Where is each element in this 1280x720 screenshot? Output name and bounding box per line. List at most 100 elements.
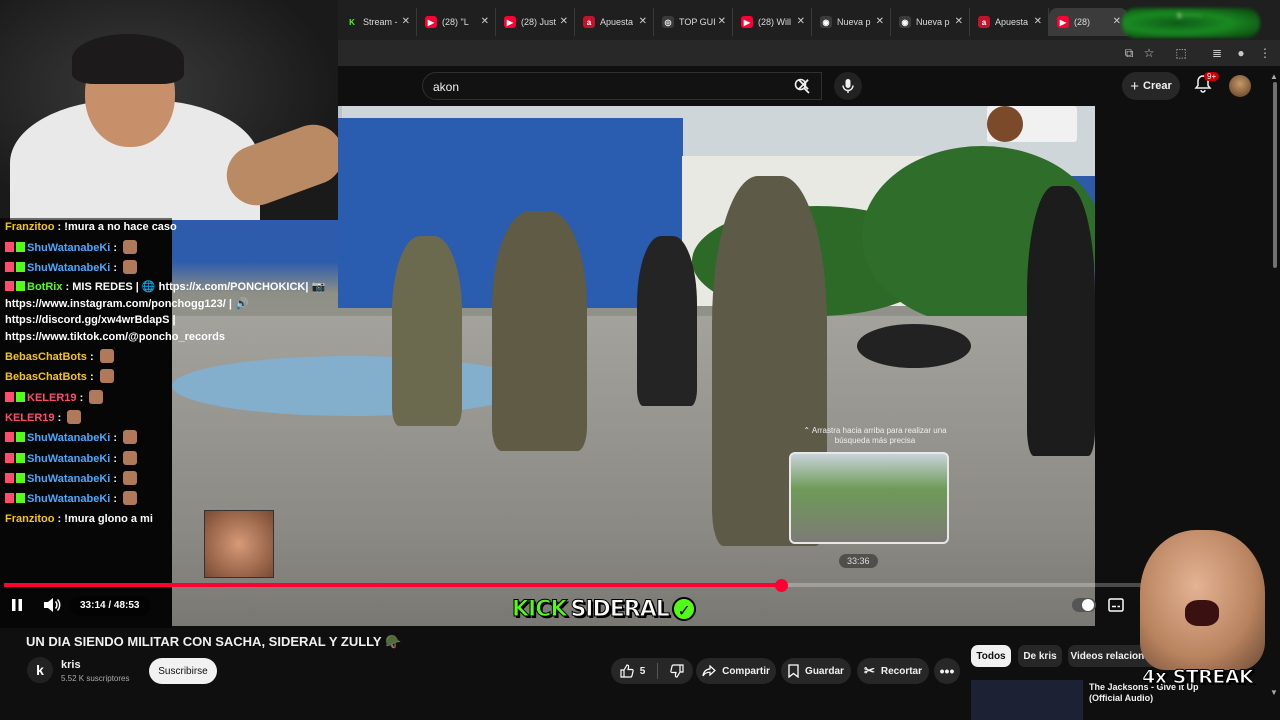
- browser-tab[interactable]: ▶ (28) Just ✕: [496, 8, 575, 36]
- time-display: 33:14 / 48:53: [70, 596, 150, 616]
- filter-chip[interactable]: Todos: [971, 645, 1011, 667]
- close-tab-icon[interactable]: ✕: [718, 16, 726, 27]
- save-button[interactable]: Guardar: [781, 658, 851, 684]
- chat-message: ShuWatanabeKi :: [5, 491, 138, 506]
- chat-username[interactable]: ShuWatanabeKi: [27, 242, 110, 254]
- autoplay-toggle[interactable]: [1072, 598, 1096, 612]
- chat-username[interactable]: Franzitoo: [5, 513, 55, 525]
- laughing-face-mouth: [1185, 600, 1219, 626]
- search-box[interactable]: akon ✕: [422, 72, 822, 100]
- notifications-button[interactable]: 9+: [1194, 72, 1220, 96]
- chrome-icon: ◉: [899, 16, 911, 28]
- scroll-up-arrow-icon[interactable]: ▲: [1270, 72, 1278, 81]
- extensions-icon[interactable]: ⬚: [1172, 44, 1190, 62]
- more-horizontal-icon: •••: [939, 663, 955, 679]
- youtube-header: akon ✕ + Crear 9+: [338, 66, 1280, 106]
- chat-text: https://www.instagram.com/ponchogg123/ |…: [5, 298, 249, 310]
- microphone-icon: [842, 79, 854, 93]
- chat-username[interactable]: BebasChatBots: [5, 371, 87, 383]
- user-badge-icon: [16, 262, 25, 272]
- chat-username[interactable]: ShuWatanabeKi: [27, 473, 110, 485]
- bet-icon: a: [978, 16, 990, 28]
- volume-button[interactable]: [43, 597, 61, 618]
- create-button[interactable]: + Crear: [1122, 72, 1180, 100]
- chat-text: https://www.tiktok.com/@poncho_records: [5, 331, 225, 343]
- channel-avatar[interactable]: k: [27, 657, 53, 683]
- browser-tab[interactable]: ▶ (28) Will ✕: [733, 8, 812, 36]
- filter-chip[interactable]: De kris: [1018, 645, 1062, 667]
- chat-message: ShuWatanabeKi :: [5, 430, 138, 445]
- globe-icon: ◎: [662, 16, 674, 28]
- bookmark-star-icon[interactable]: ☆: [1140, 44, 1158, 62]
- chat-message: Franzitoo : !mura glono a mi: [5, 512, 153, 526]
- related-video-thumbnail[interactable]: [971, 680, 1083, 720]
- voice-search-button[interactable]: [834, 72, 862, 100]
- chat-emote-icon: [123, 430, 138, 444]
- chat-text: :: [110, 262, 121, 274]
- close-tab-icon[interactable]: ✕: [402, 16, 410, 27]
- chat-username[interactable]: BebasChatBots: [5, 351, 87, 363]
- more-actions-button[interactable]: •••: [934, 658, 960, 684]
- chat-username[interactable]: ShuWatanabeKi: [27, 453, 110, 465]
- chat-emote-icon: [89, 390, 104, 404]
- browser-tab[interactable]: a Apuesta ✕: [575, 8, 654, 36]
- clip-button[interactable]: ✂ Recortar: [857, 658, 929, 684]
- close-tab-icon[interactable]: ✕: [1113, 16, 1121, 27]
- subscriber-count: 5.52 K suscriptores: [61, 674, 130, 683]
- close-tab-icon[interactable]: ✕: [1034, 16, 1042, 27]
- search-input[interactable]: akon: [433, 80, 459, 94]
- close-tab-icon[interactable]: ✕: [639, 16, 647, 27]
- chat-message: Franzitoo : !mura a no hace caso: [5, 220, 177, 234]
- chat-text: :: [110, 242, 121, 254]
- search-button[interactable]: [784, 72, 820, 100]
- scrubber-handle[interactable]: [775, 579, 788, 592]
- browser-tab[interactable]: K Stream - ✕: [338, 8, 417, 36]
- browser-tab[interactable]: ▶ (28) "L ✕: [417, 8, 496, 36]
- browser-tab-title: Apuesta: [600, 17, 634, 27]
- subtitles-button[interactable]: [1108, 598, 1124, 617]
- stream-overlay-blob: s·····: [1122, 8, 1260, 38]
- subscribe-button[interactable]: Suscribirse: [149, 658, 217, 684]
- browser-tab[interactable]: a Apuesta ✕: [970, 8, 1049, 36]
- pause-button[interactable]: [9, 597, 25, 618]
- chat-text: : MIS REDES | 🌐 https://x.com/PONCHOKICK…: [62, 281, 326, 293]
- video-scene-tire: [857, 324, 971, 368]
- like-divider: [657, 663, 659, 679]
- browser-tab[interactable]: ◉ Nueva p ✕: [891, 8, 970, 36]
- share-button[interactable]: Compartir: [696, 658, 776, 684]
- chat-username[interactable]: KELER19: [5, 412, 55, 424]
- account-avatar[interactable]: [1229, 75, 1251, 97]
- chat-username[interactable]: ShuWatanabeKi: [27, 262, 110, 274]
- browser-tab[interactable]: ◎ TOP GUI ✕: [654, 8, 733, 36]
- chat-text: :: [110, 493, 121, 505]
- search-icon: [794, 78, 810, 94]
- close-tab-icon[interactable]: ✕: [560, 16, 568, 27]
- close-tab-icon[interactable]: ✕: [876, 16, 884, 27]
- scroll-down-arrow-icon[interactable]: ▼: [1270, 688, 1278, 697]
- like-count: 5: [639, 665, 646, 677]
- browser-tab-title: Nueva p: [916, 17, 950, 27]
- kick-logo-text: KICK: [511, 596, 567, 622]
- browser-tab[interactable]: ▶ (28) ✕: [1049, 8, 1128, 36]
- page-scrollbar-thumb[interactable]: [1273, 82, 1277, 268]
- browser-tab[interactable]: ◉ Nueva p ✕: [812, 8, 891, 36]
- browser-tab-title: Nueva p: [837, 17, 871, 27]
- close-tab-icon[interactable]: ✕: [955, 16, 963, 27]
- chat-username[interactable]: ShuWatanabeKi: [27, 493, 110, 505]
- chat-username[interactable]: ShuWatanabeKi: [27, 432, 110, 444]
- close-tab-icon[interactable]: ✕: [797, 16, 805, 27]
- chat-username[interactable]: BotRix: [27, 281, 62, 293]
- save-label: Guardar: [805, 665, 844, 677]
- chat-username[interactable]: Franzitoo: [5, 221, 55, 233]
- browser-toolbar: ⧉ ☆ ⬚ ≣ ● ⋮: [338, 40, 1280, 66]
- thumbs-up-icon: [620, 664, 634, 678]
- dislike-button[interactable]: [670, 664, 684, 678]
- install-app-icon[interactable]: ⧉: [1120, 44, 1138, 62]
- chat-username[interactable]: KELER19: [27, 392, 77, 404]
- media-controls-icon[interactable]: ≣: [1208, 44, 1226, 62]
- like-button[interactable]: 5: [620, 664, 646, 678]
- browser-menu-icon[interactable]: ⋮: [1256, 44, 1274, 62]
- channel-name[interactable]: kris: [61, 659, 81, 671]
- close-tab-icon[interactable]: ✕: [481, 16, 489, 27]
- profile-icon[interactable]: ●: [1232, 44, 1250, 62]
